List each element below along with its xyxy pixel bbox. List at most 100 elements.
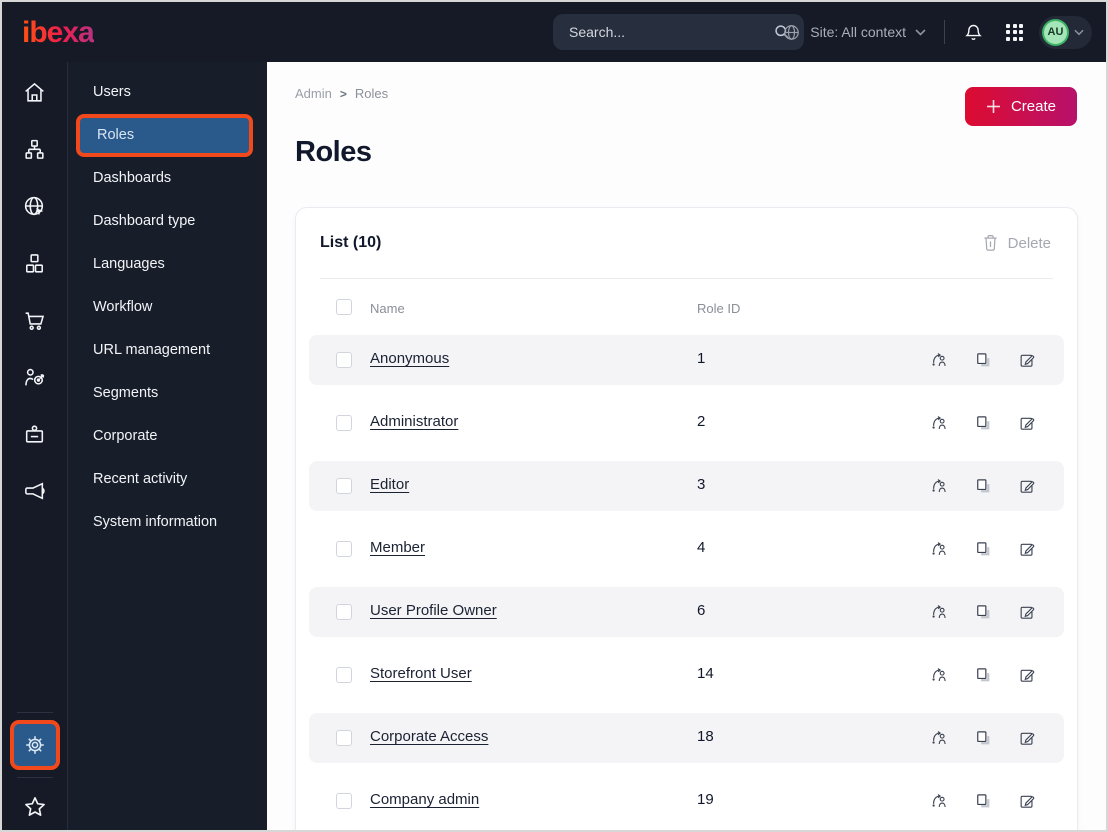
copy-icon[interactable] xyxy=(974,603,992,621)
assign-user-icon[interactable] xyxy=(930,666,948,684)
topbar-right: Site: All context AU xyxy=(782,2,1092,62)
topbar-divider xyxy=(944,20,945,44)
edit-icon[interactable] xyxy=(1018,540,1036,558)
content-tree-icon[interactable] xyxy=(2,121,68,178)
row-checkbox[interactable] xyxy=(336,352,352,368)
assign-user-icon[interactable] xyxy=(930,729,948,747)
personalization-target-icon[interactable] xyxy=(2,349,68,406)
table-row: Anonymous 1 xyxy=(309,335,1064,385)
sidebar-item-recent-activity[interactable]: Recent activity xyxy=(68,458,267,501)
role-name-link[interactable]: Administrator xyxy=(370,413,458,430)
sidebar-item-roles[interactable]: Roles xyxy=(76,114,253,157)
sidebar-item-dashboard-type[interactable]: Dashboard type xyxy=(68,200,267,243)
ibexa-logo[interactable]: ibexa xyxy=(22,16,95,50)
column-header-name: Name xyxy=(370,301,405,316)
row-checkbox[interactable] xyxy=(336,793,352,809)
assign-user-icon[interactable] xyxy=(930,540,948,558)
edit-icon[interactable] xyxy=(1018,351,1036,369)
assign-user-icon[interactable] xyxy=(930,603,948,621)
copy-icon[interactable] xyxy=(974,477,992,495)
assign-user-icon[interactable] xyxy=(930,351,948,369)
sidebar-item-dashboards[interactable]: Dashboards xyxy=(68,157,267,200)
copy-icon[interactable] xyxy=(974,351,992,369)
create-button[interactable]: Create xyxy=(964,87,1077,126)
table-row: Editor 3 xyxy=(309,461,1064,511)
site-globe-icon[interactable] xyxy=(2,178,68,235)
row-actions xyxy=(930,792,1036,810)
role-name-link[interactable]: Anonymous xyxy=(370,350,449,367)
global-search[interactable] xyxy=(553,14,804,50)
select-all-checkbox[interactable] xyxy=(336,299,352,315)
notifications-bell-icon[interactable] xyxy=(963,22,984,43)
chevron-down-icon xyxy=(915,28,926,36)
edit-icon[interactable] xyxy=(1018,414,1036,432)
role-name-link[interactable]: Storefront User xyxy=(370,665,472,682)
edit-icon[interactable] xyxy=(1018,729,1036,747)
app-switcher-grid-icon[interactable] xyxy=(1006,23,1023,41)
role-id-value: 3 xyxy=(697,476,706,493)
table-row: User Profile Owner 6 xyxy=(309,587,1064,637)
breadcrumb: Admin > Roles xyxy=(295,86,388,101)
role-id-value: 18 xyxy=(697,728,714,745)
row-checkbox[interactable] xyxy=(336,478,352,494)
row-checkbox[interactable] xyxy=(336,415,352,431)
copy-icon[interactable] xyxy=(974,414,992,432)
user-menu[interactable]: AU xyxy=(1039,15,1092,49)
role-id-value: 4 xyxy=(697,539,706,556)
sidebar-item-workflow[interactable]: Workflow xyxy=(68,286,267,329)
row-checkbox[interactable] xyxy=(336,541,352,557)
assign-user-icon[interactable] xyxy=(930,477,948,495)
row-actions xyxy=(930,729,1036,747)
delete-button[interactable]: Delete xyxy=(982,234,1051,252)
assign-user-icon[interactable] xyxy=(930,414,948,432)
copy-icon[interactable] xyxy=(974,666,992,684)
row-actions xyxy=(930,414,1036,432)
main-content: Admin > Roles Create Roles List (10) Del… xyxy=(267,62,1106,830)
row-actions xyxy=(930,351,1036,369)
row-checkbox[interactable] xyxy=(336,604,352,620)
row-checkbox[interactable] xyxy=(336,667,352,683)
edit-icon[interactable] xyxy=(1018,603,1036,621)
bookmarks-star-icon[interactable] xyxy=(22,785,48,824)
role-id-value: 19 xyxy=(697,791,714,808)
role-name-link[interactable]: Member xyxy=(370,539,425,556)
sidebar-item-url-management[interactable]: URL management xyxy=(68,329,267,372)
edit-icon[interactable] xyxy=(1018,477,1036,495)
settings-gear-icon[interactable] xyxy=(10,720,60,770)
sidebar-item-segments[interactable]: Segments xyxy=(68,372,267,415)
edit-icon[interactable] xyxy=(1018,792,1036,810)
row-actions xyxy=(930,540,1036,558)
copy-icon[interactable] xyxy=(974,729,992,747)
site-context-selector[interactable]: Site: All context xyxy=(782,23,926,42)
list-card-header: List (10) Delete xyxy=(296,208,1077,278)
role-name-link[interactable]: Corporate Access xyxy=(370,728,488,745)
commerce-cart-icon[interactable] xyxy=(2,292,68,349)
sidebar-item-languages[interactable]: Languages xyxy=(68,243,267,286)
avatar[interactable]: AU xyxy=(1042,18,1069,46)
table-row: Member 4 xyxy=(309,524,1064,574)
edit-icon[interactable] xyxy=(1018,666,1036,684)
table-row: Company admin 19 xyxy=(309,776,1064,826)
role-id-value: 14 xyxy=(697,665,714,682)
breadcrumb-admin[interactable]: Admin xyxy=(295,86,332,101)
table-row: Corporate Access 18 xyxy=(309,713,1064,763)
role-name-link[interactable]: Company admin xyxy=(370,791,479,808)
role-name-link[interactable]: User Profile Owner xyxy=(370,602,497,619)
assign-user-icon[interactable] xyxy=(930,792,948,810)
corporate-badge-icon[interactable] xyxy=(2,406,68,463)
sidebar-item-corporate[interactable]: Corporate xyxy=(68,415,267,458)
home-icon[interactable] xyxy=(2,64,68,121)
copy-icon[interactable] xyxy=(974,540,992,558)
nav-rail-bottom xyxy=(2,705,68,824)
sidebar-item-system-information[interactable]: System information xyxy=(68,501,267,544)
products-icon[interactable] xyxy=(2,235,68,292)
role-name-link[interactable]: Editor xyxy=(370,476,409,493)
search-input[interactable] xyxy=(569,24,772,40)
copy-icon[interactable] xyxy=(974,792,992,810)
row-checkbox[interactable] xyxy=(336,730,352,746)
app-window: ibexa Site: All context xyxy=(0,0,1108,832)
role-id-value: 6 xyxy=(697,602,706,619)
marketing-megaphone-icon[interactable] xyxy=(2,463,68,520)
sidebar-item-users[interactable]: Users xyxy=(68,71,267,114)
table-row: Administrator 2 xyxy=(309,398,1064,448)
